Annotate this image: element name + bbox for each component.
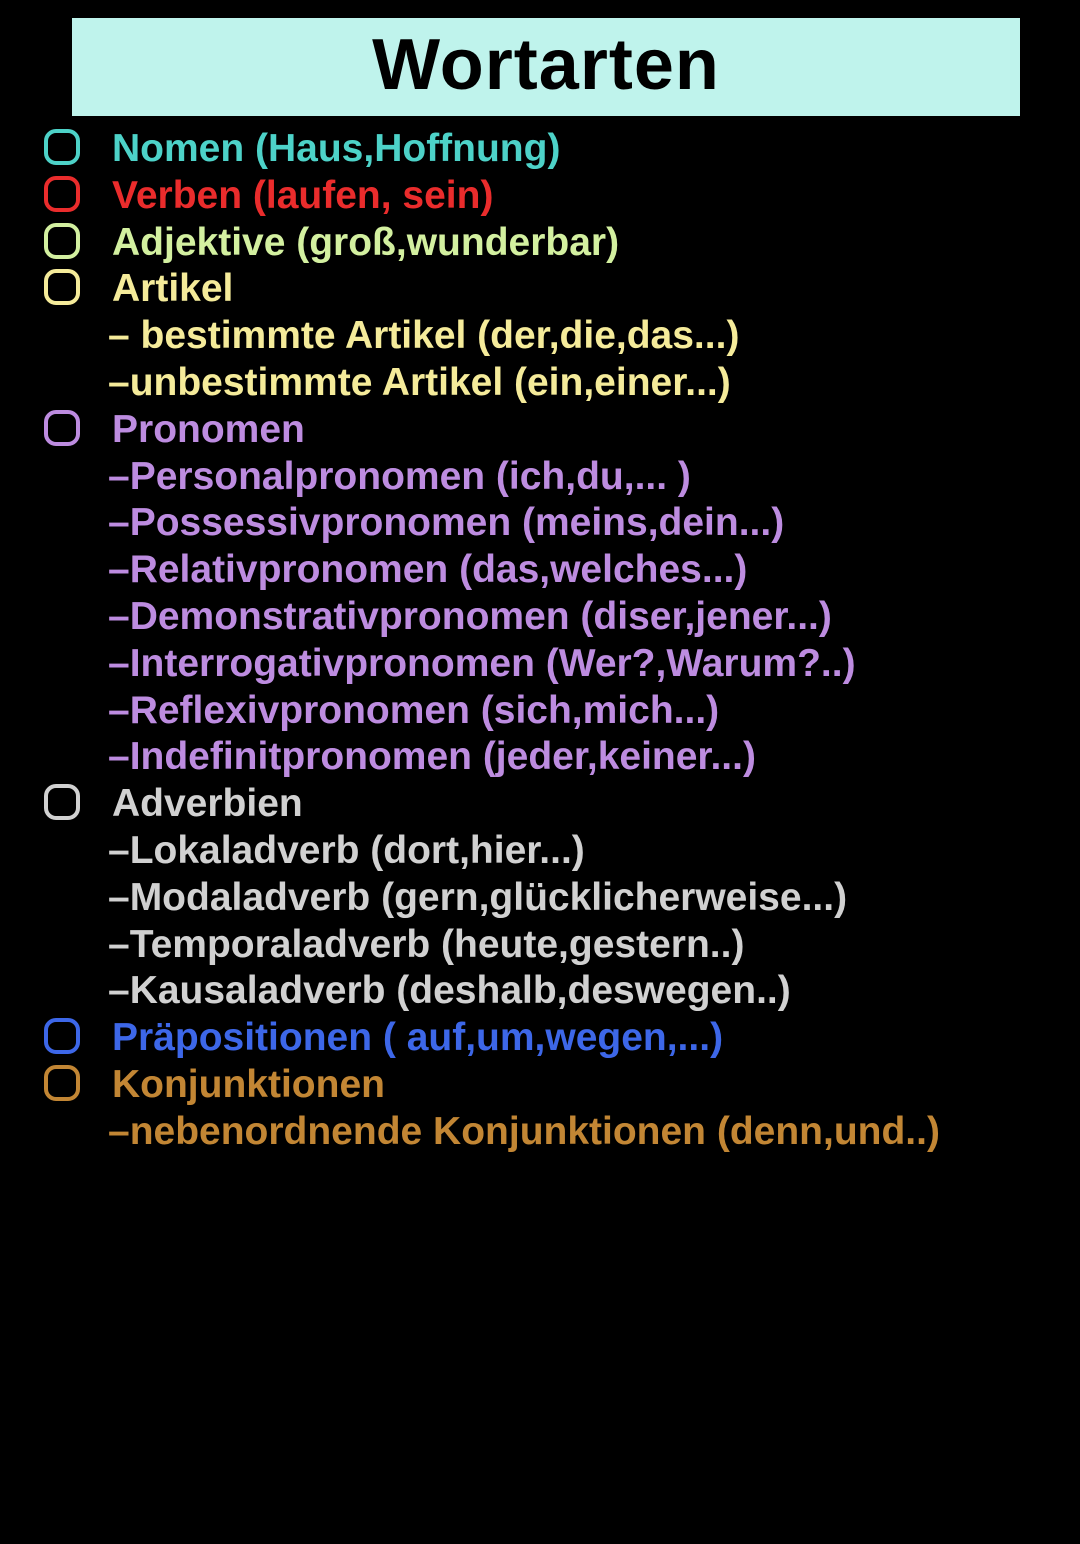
list-item: Verben (laufen, sein)	[40, 173, 1060, 220]
sub-item: –Kausaladverb (deshalb,deswegen..)	[40, 968, 1060, 1015]
sub-item: –Interrogativpronomen (Wer?,Warum?..)	[40, 641, 1060, 688]
checkbox-icon	[40, 781, 84, 821]
item-label: Nomen (Haus,Hoffnung)	[84, 126, 1060, 173]
checkbox-icon	[40, 407, 84, 447]
item-label: Adjektive (groß,wunderbar)	[84, 220, 1060, 267]
checkbox-icon	[40, 126, 84, 166]
sub-item: –Temporaladverb (heute,gestern..)	[40, 922, 1060, 969]
list-item: Artikel	[40, 266, 1060, 313]
item-label: Pronomen	[84, 407, 1060, 454]
list-item: Konjunktionen	[40, 1062, 1060, 1109]
item-label: Präpositionen ( auf,um,wegen,...)	[84, 1015, 1060, 1062]
list-item: Nomen (Haus,Hoffnung)	[40, 126, 1060, 173]
sub-item: –Reflexivpronomen (sich,mich...)	[40, 688, 1060, 735]
sub-item: –unbestimmte Artikel (ein,einer...)	[40, 360, 1060, 407]
sub-item: –Personalpronomen (ich,du,... )	[40, 454, 1060, 501]
checkbox-icon	[40, 173, 84, 213]
sub-item: –Possessivpronomen (meins,dein...)	[40, 500, 1060, 547]
sub-item: –Modaladverb (gern,glücklicherweise...)	[40, 875, 1060, 922]
item-label: Adverbien	[84, 781, 1060, 828]
item-label: Artikel	[84, 266, 1060, 313]
sub-item: – bestimmte Artikel (der,die,das...)	[40, 313, 1060, 360]
checkbox-icon	[40, 1062, 84, 1102]
page-title: Wortarten	[72, 18, 1020, 116]
list-item: Adverbien	[40, 781, 1060, 828]
list-item: Präpositionen ( auf,um,wegen,...)	[40, 1015, 1060, 1062]
list-item: Pronomen	[40, 407, 1060, 454]
item-label: Verben (laufen, sein)	[84, 173, 1060, 220]
checkbox-icon	[40, 266, 84, 306]
sub-item: –Demonstrativpronomen (diser,jener...)	[40, 594, 1060, 641]
list-item: Adjektive (groß,wunderbar)	[40, 220, 1060, 267]
sub-item: –Indefinitpronomen (jeder,keiner...)	[40, 734, 1060, 781]
sub-item: –Relativpronomen (das,welches...)	[40, 547, 1060, 594]
sub-item: –nebenordnende Konjunktionen (denn,und..…	[40, 1109, 1060, 1156]
checkbox-icon	[40, 1015, 84, 1055]
checkbox-icon	[40, 220, 84, 260]
sub-item: –Lokaladverb (dort,hier...)	[40, 828, 1060, 875]
wortarten-list: Nomen (Haus,Hoffnung) Verben (laufen, se…	[0, 126, 1080, 1156]
item-label: Konjunktionen	[84, 1062, 1060, 1109]
